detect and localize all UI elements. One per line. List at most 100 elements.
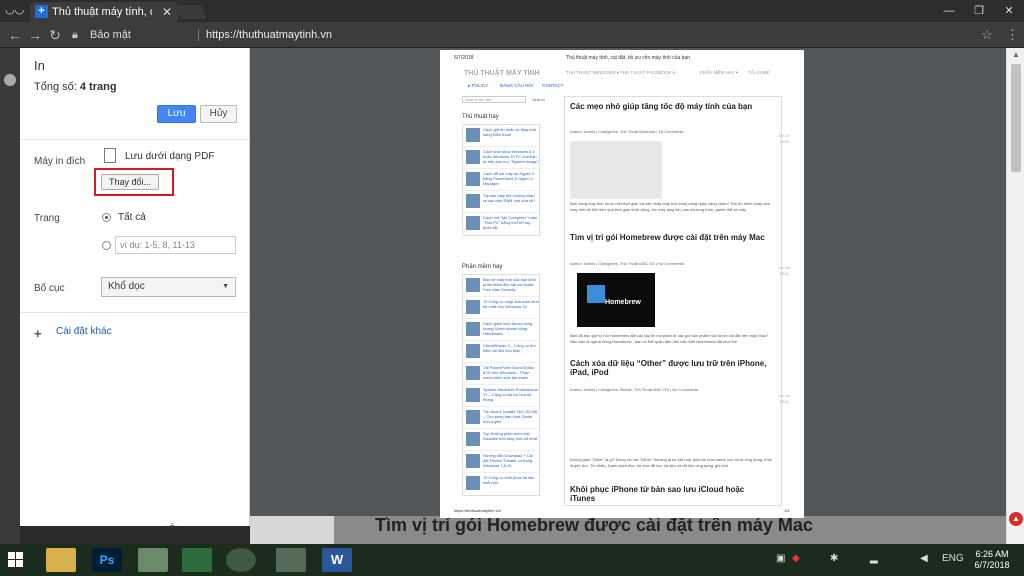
layout-select[interactable]: Khổ dọc ▼ [101, 277, 236, 297]
preview-post-excerpt: Bạn đang mày tính được mệt thời gian và … [570, 201, 770, 212]
background-heading: Tìm vị trí gói Homebrew được cài đặt trê… [375, 516, 813, 535]
paint-icon[interactable] [138, 548, 168, 572]
preview-sidebar-item: 10 Công cụ khôi phục tài liệu miễn phí [463, 473, 539, 495]
photoshop-icon[interactable]: Ps [92, 548, 122, 572]
preview-sidebar-item: 10 Công cụ chụp ảnh màn hình tốt nhất ch… [463, 297, 539, 319]
browser-toolbar: ← → ↻ 🔒︎ Bảo mật https://thuthuatmaytinh… [0, 22, 1024, 48]
total-label: Tổng số: [34, 81, 77, 93]
thumbnail [466, 150, 480, 164]
thumbnail [466, 388, 480, 402]
bookmark-star-icon[interactable]: ☆ [980, 26, 994, 44]
back-arrow-icon[interactable]: ← [6, 26, 24, 44]
preview-sidebar-item: Tại sao máy tính không nhận ra các chip … [463, 191, 539, 213]
preview-post-image: Homebrew [577, 273, 655, 327]
network-icon[interactable]: ▂ [870, 553, 878, 564]
maximize-button[interactable]: ❐ [964, 0, 994, 22]
layout-label: Bố cục [34, 283, 65, 294]
background-page-bottom: Tìm vị trí gói Homebrew được cài đặt trê… [250, 516, 1024, 544]
thumbnail [466, 128, 480, 142]
background-page-left [0, 48, 20, 544]
preview-sidebar-list: Cách gửi tin nhắn từ Máy tính sang Điện … [462, 124, 540, 236]
more-menu-icon[interactable]: ⋮ [1006, 26, 1019, 44]
preview-sidebar-text: Top Những phần mềm hát Karaoke trên Máy … [483, 431, 537, 441]
preview-sidebar-text: 10 Công cụ khôi phục tài liệu miễn phí [483, 475, 535, 485]
preview-post-title: Khôi phục iPhone từ bản sao lưu iCloud h… [570, 485, 745, 503]
language-indicator[interactable]: ENG [942, 553, 964, 564]
preview-sidebar-item: Cách mở "My Computer" hoặc "This PC" bằn… [463, 213, 539, 235]
pages-custom-radio[interactable] [102, 241, 111, 250]
change-destination-button[interactable]: Thay đổi... [101, 174, 159, 190]
preview-subnav-item: CONTACT [542, 83, 564, 88]
address-bar[interactable]: 🔒︎ Bảo mật https://thuthuatmaytinh.vn [64, 25, 994, 45]
chrome-icon[interactable] [226, 548, 256, 572]
url-text[interactable]: https://thuthuatmaytinh.vn [206, 25, 332, 45]
lock-icon: 🔒︎ [72, 29, 78, 41]
preview-sidebar-item: Tải Java 8 Update 162 (32-bit) – Cho phé… [463, 407, 539, 429]
scroll-up-icon[interactable]: ▲ [1012, 50, 1020, 59]
bluetooth-icon[interactable]: ✱ [830, 553, 838, 564]
thumbnail [466, 366, 480, 380]
windows-start-icon[interactable] [8, 552, 24, 568]
preview-sidebar-title: Phần mềm hay [462, 264, 503, 270]
destination-value: Lưu dưới dạng PDF [125, 151, 215, 162]
preview-subnav: ▸ POLICY ĐĂNG CÂU HỎI CONTACT [464, 83, 764, 91]
dropdown-arrow-icon: ▼ [222, 283, 229, 290]
preview-post-meta: Author: Admin | Categories: Mobile, Thủ … [570, 387, 698, 392]
new-tab-button[interactable] [175, 5, 207, 19]
cancel-button[interactable]: Hủy [200, 105, 237, 123]
tab-close-icon[interactable]: ✕ [162, 2, 172, 22]
pages-all-radio[interactable] [102, 213, 111, 222]
preview-sidebar-item: Hướng dẫn Download + Cài đặt Firefox The… [463, 451, 539, 473]
thumbnail [466, 410, 480, 424]
secure-label: Bảo mật [90, 29, 131, 41]
reload-icon[interactable]: ↻ [46, 26, 64, 44]
pages-range-input[interactable]: ví dụ: 1-5, 8, 11-13 [115, 236, 236, 254]
app-icon[interactable] [182, 548, 212, 572]
preview-nav-item: TẢI GAME [748, 70, 770, 75]
forward-arrow-icon[interactable]: → [26, 26, 44, 44]
tray-icon[interactable]: ◆ [792, 553, 800, 564]
preview-post-date: Jun 06 2018 [778, 265, 791, 276]
taskbar: Ps W ▣ ◆ ✱ ▂ ◀ ENG 6:26 AM 6/7/2018 [0, 544, 1024, 576]
document-icon [104, 148, 116, 163]
more-settings-link[interactable]: Cài đặt khác [56, 326, 112, 337]
thumbnail [466, 194, 480, 208]
close-window-button[interactable]: ✕ [994, 0, 1024, 22]
thumbnail [466, 454, 480, 468]
preview-sidebar-text: Cách khôi phục Windows 8.1 hoặc Windows … [483, 149, 539, 164]
clock[interactable]: 6:26 AM 6/7/2018 [970, 549, 1014, 571]
window-controls: — ❐ ✕ [934, 0, 1024, 22]
minimize-button[interactable]: — [934, 0, 964, 22]
preview-footer-url: https://thuthuatmaytinh.vn/ [454, 508, 501, 513]
thumbnail [466, 216, 480, 230]
tray-icon[interactable]: ▣ [776, 553, 785, 564]
preview-sidebar-list: Bảo vệ máy tính của bạn khỏi phần mềm độ… [462, 274, 540, 496]
volume-icon[interactable]: ◀ [920, 553, 928, 564]
preview-footer-page: 1/4 [784, 508, 790, 513]
preview-sidebar-item: System Mechanic Professional 17 – Công c… [463, 385, 539, 407]
scroll-top-icon[interactable]: ▲ [1009, 512, 1023, 526]
vertical-scrollbar[interactable]: ▲ ▲ [1006, 48, 1024, 544]
site-favicon-icon: + [35, 5, 48, 18]
preview-post-meta: Author: Admin | Categories: Thủ Thuật MA… [570, 261, 684, 266]
word-icon[interactable]: W [322, 548, 352, 572]
preview-sidebar-text: Cách để cài máy ảo Hyper-V bằng PowerShe… [483, 171, 535, 186]
preview-sidebar-item: Tải PowerPoint Sound Editor 8.02 cho Win… [463, 363, 539, 385]
preview-sidebar-item: Cách để cài máy ảo Hyper-V bằng PowerShe… [463, 169, 539, 191]
preview-sidebar-item: Cách gửi tin nhắn từ Máy tính sang Điện … [463, 125, 539, 147]
file-explorer-icon[interactable] [46, 548, 76, 572]
app-icon[interactable] [276, 548, 306, 572]
preview-post-title: Cách xóa dữ liệu “Other” được lưu trữ tr… [570, 359, 767, 377]
clock-date: 6/7/2018 [974, 560, 1010, 570]
save-button[interactable]: Lưu [157, 105, 196, 123]
preview-sidebar-text: 10 Công cụ chụp ảnh màn hình tốt nhất ch… [483, 299, 539, 309]
total-value: 4 trang [79, 81, 117, 93]
print-settings-panel: In Tổng số: 4 trang Lưu Hủy Máy in đích … [20, 48, 250, 526]
preview-sidebar-text: Bảo vệ máy tính của bạn khỏi phần mềm độ… [483, 277, 536, 292]
preview-post-excerpt: Không gian “Other” là gì? Đúng lưu trữ “… [570, 457, 773, 468]
preview-post-excerpt: Bạn đã bao giờ tự hỏi Homebrew đặt các t… [570, 333, 769, 344]
browser-tab[interactable]: + Thủ thuật máy tính, cài đ ✕ [30, 2, 178, 22]
preview-sidebar-text: Hướng dẫn Download + Cài đặt Firefox The… [483, 453, 533, 468]
scroll-thumb[interactable] [1011, 64, 1021, 172]
plus-icon[interactable]: + [34, 326, 42, 341]
